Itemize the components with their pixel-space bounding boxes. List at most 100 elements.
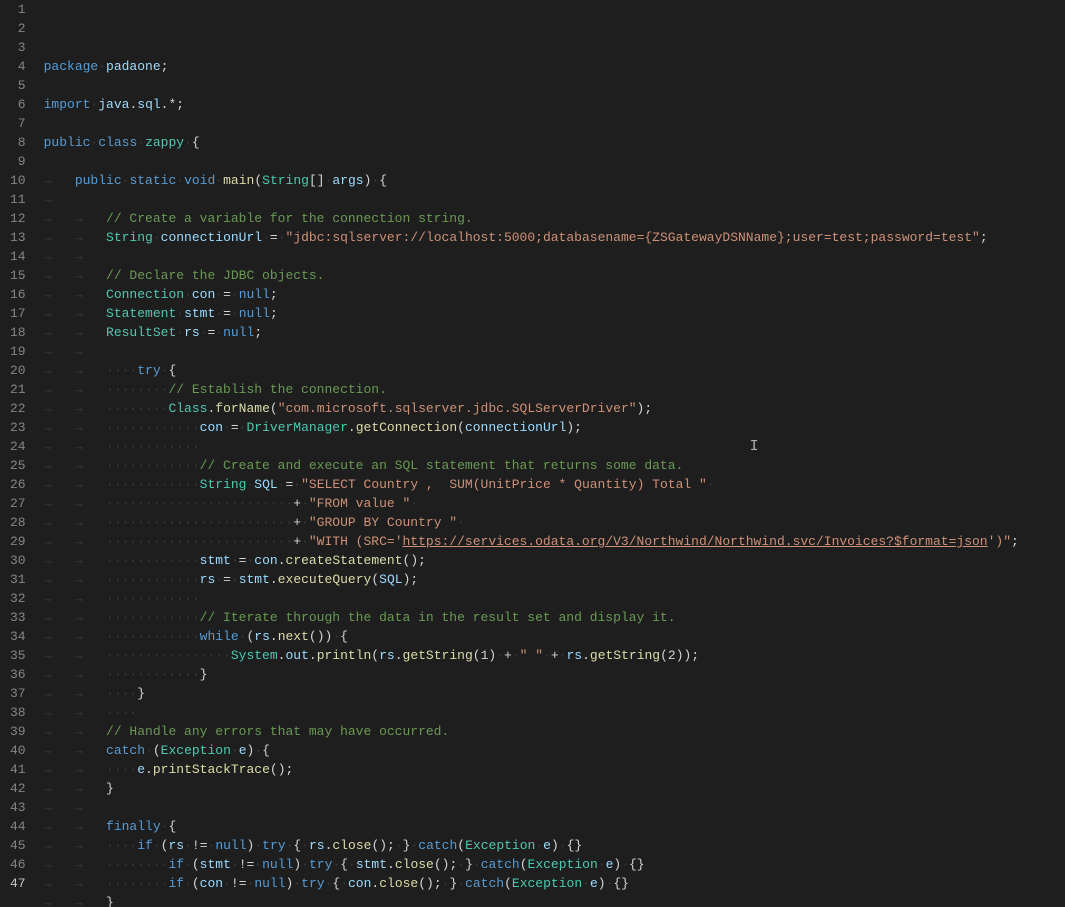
code-line[interactable]: → → ············String·SQL·=·"SELECT Cou… [44,475,1065,494]
str-token: "FROM value " [309,496,410,511]
line-number: 24 [10,437,26,456]
code-line[interactable]: → → ············while·(rs.next())·{ [44,627,1065,646]
code-line[interactable]: → → ························+·"GROUP BY … [44,513,1065,532]
code-line[interactable]: → → ························+·"FROM valu… [44,494,1065,513]
code-line[interactable]: → → ············stmt·=·con.createStateme… [44,551,1065,570]
code-line[interactable]: → → ········if·(con·!=·null)·try·{·con.c… [44,874,1065,893]
whitespace: · [215,572,223,587]
var-token: e [239,743,247,758]
code-line[interactable]: → → // Handle any errors that may have o… [44,722,1065,741]
code-line[interactable]: → → ············ [44,437,1065,456]
code-line[interactable]: → → ············ [44,589,1065,608]
var-token: stmt [356,857,387,872]
code-line[interactable] [44,152,1065,171]
fn-token: printStackTrace [153,762,270,777]
code-line[interactable]: → → ············// Iterate through the d… [44,608,1065,627]
indent-whitespace: → → [44,287,106,302]
line-number: 15 [10,266,26,285]
code-line[interactable] [44,114,1065,133]
code-line[interactable]: → → } [44,779,1065,798]
punc-token: ( [457,420,465,435]
code-line[interactable]: → → [44,342,1065,361]
indent-whitespace: → → [44,249,106,264]
punc-token: ) [598,876,606,891]
code-line[interactable]: → → ············// Create and execute an… [44,456,1065,475]
punc-token: = [231,420,239,435]
code-line[interactable]: → → ············} [44,665,1065,684]
line-number: 27 [10,494,26,513]
line-number: 25 [10,456,26,475]
code-line[interactable]: → → ················System.out.println(r… [44,646,1065,665]
code-line[interactable]: → → ············rs·=·stmt.executeQuery(S… [44,570,1065,589]
code-line[interactable]: → → catch·(Exception·e)·{ [44,741,1065,760]
fn-token: createStatement [286,553,403,568]
line-number: 18 [10,323,26,342]
code-line[interactable]: → → [44,247,1065,266]
code-line[interactable]: → → } [44,893,1065,907]
code-line[interactable]: → → ········if·(stmt·!=·null)·try·{·stmt… [44,855,1065,874]
code-line[interactable]: → → ···· [44,703,1065,722]
code-line[interactable]: → → String·connectionUrl·=·"jdbc:sqlserv… [44,228,1065,247]
type-token: Class [168,401,207,416]
code-line[interactable] [44,76,1065,95]
var-token: rs [379,648,395,663]
fn-token: println [317,648,372,663]
indent-whitespace: → → ···· [44,686,138,701]
type-token: System [231,648,278,663]
indent-whitespace: → → ············ [44,572,200,587]
line-number: 32 [10,589,26,608]
indent-whitespace: → → [44,306,106,321]
indent-whitespace: → → ········ [44,857,169,872]
code-editor[interactable]: 1234567891011121314151617181920212223242… [0,0,1065,907]
var-token: connectionUrl [465,420,566,435]
kw-token: void [184,173,215,188]
indent-whitespace: → → ························ [44,496,294,511]
punc-token: ; [980,230,988,245]
line-number: 6 [10,95,26,114]
indent-whitespace: → → [44,781,106,796]
code-line[interactable]: → → // Create a variable for the connect… [44,209,1065,228]
whitespace: · [215,325,223,340]
whitespace: · [176,325,184,340]
code-line[interactable]: → → // Declare the JDBC objects. [44,266,1065,285]
code-line[interactable]: → → ········// Establish the connection. [44,380,1065,399]
code-line[interactable]: → → ············con·=·DriverManager.getC… [44,418,1065,437]
code-line[interactable]: → → ResultSet·rs·=·null; [44,323,1065,342]
kw-token: try [309,857,332,872]
var-token: connectionUrl [161,230,262,245]
punc-token: ( [270,401,278,416]
kw-token: try [137,363,160,378]
line-number: 3 [10,38,26,57]
code-line[interactable]: public·class·zappy·{ [44,133,1065,152]
whitespace: · [184,135,192,150]
code-line[interactable]: → public·static·void·main(String[]·args)… [44,171,1065,190]
punc-token: + [504,648,512,663]
code-line[interactable]: → → finally·{ [44,817,1065,836]
var-token: con [254,553,277,568]
code-line[interactable]: → → ····} [44,684,1065,703]
code-line[interactable]: → → Statement·stmt·=·null; [44,304,1065,323]
var-token: con [200,876,223,891]
indent-whitespace: → → ························ [44,515,294,530]
code-line[interactable]: → [44,190,1065,209]
code-line[interactable]: → → Connection·con·=·null; [44,285,1065,304]
code-line[interactable]: → → ········Class.forName("com.microsoft… [44,399,1065,418]
code-line[interactable]: → → ····if·(rs·!=·null)·try·{·rs.close()… [44,836,1065,855]
punc-token: {} [629,857,645,872]
indent-whitespace: → → ············ [44,439,200,454]
code-area[interactable]: package·padaone; import·java.sql.*; public… [44,0,1065,907]
kw-token: try [301,876,324,891]
code-line[interactable]: → → ····e.printStackTrace(); [44,760,1065,779]
code-line[interactable]: package·padaone; [44,57,1065,76]
var-token: sql [137,97,160,112]
whitespace: · [184,287,192,302]
punc-token: + [551,648,559,663]
code-line[interactable]: import·java.sql.*; [44,95,1065,114]
code-line[interactable]: → → [44,798,1065,817]
code-line[interactable]: → → ····try·{ [44,361,1065,380]
comment-token: // Iterate through the data in the resul… [200,610,676,625]
line-number: 33 [10,608,26,627]
type-token: String [262,173,309,188]
code-line[interactable]: → → ························+·"WITH (SRC… [44,532,1065,551]
indent-whitespace: → → ········ [44,382,169,397]
